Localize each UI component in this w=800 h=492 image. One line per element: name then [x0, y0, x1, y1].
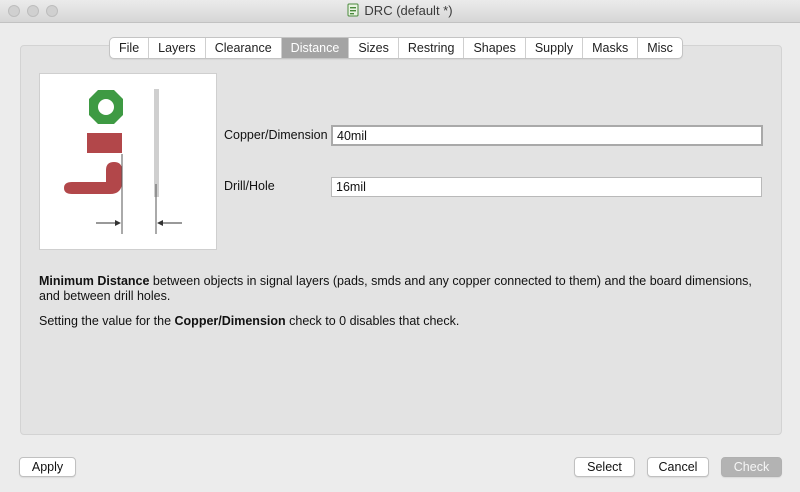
select-button[interactable]: Select [574, 457, 635, 477]
tab-file[interactable]: File [110, 38, 150, 58]
drill-hole-label: Drill/Hole [224, 179, 275, 193]
tab-shapes[interactable]: Shapes [464, 38, 526, 58]
check-button[interactable]: Check [721, 457, 782, 477]
description-text-pre: Setting the value for the [39, 314, 175, 328]
right-arrow-head [157, 220, 163, 226]
board-dimension-shape [154, 89, 159, 197]
tab-distance[interactable]: Distance [281, 38, 350, 58]
smd-pad-shape [87, 133, 122, 153]
drill-hole-shape [98, 99, 114, 115]
description-bold-check: Copper/Dimension [174, 314, 286, 328]
description-bold-term: Minimum Distance [39, 274, 150, 288]
drc-document-icon [347, 3, 359, 17]
tab-clearance[interactable]: Clearance [206, 38, 282, 58]
tab-misc[interactable]: Misc [638, 38, 682, 58]
tab-layers[interactable]: Layers [149, 38, 206, 58]
copper-dimension-input[interactable] [331, 125, 763, 146]
title-bar: DRC (default *) [0, 0, 800, 23]
apply-button[interactable]: Apply [19, 457, 76, 477]
window-title: DRC (default *) [0, 3, 800, 18]
drill-hole-input[interactable] [331, 177, 762, 197]
window-title-text: DRC (default *) [364, 3, 453, 18]
distance-diagram [39, 73, 217, 250]
description-paragraph-2: Setting the value for the Copper/Dimensi… [39, 314, 769, 329]
tab-restring[interactable]: Restring [399, 38, 465, 58]
description-text-post: check to 0 disables that check. [285, 314, 460, 328]
cancel-button[interactable]: Cancel [647, 457, 709, 477]
description-paragraph-1: Minimum Distance between objects in sign… [39, 274, 769, 304]
distance-illustration [64, 89, 182, 234]
tab-bar: File Layers Clearance Distance Sizes Restring… [109, 37, 683, 59]
tab-sizes[interactable]: Sizes [349, 38, 399, 58]
left-arrow-head [115, 220, 121, 226]
copper-dimension-label: Copper/Dimension [224, 128, 328, 142]
tab-masks[interactable]: Masks [583, 38, 639, 58]
tab-supply[interactable]: Supply [526, 38, 584, 58]
copper-track-shape [64, 162, 122, 194]
